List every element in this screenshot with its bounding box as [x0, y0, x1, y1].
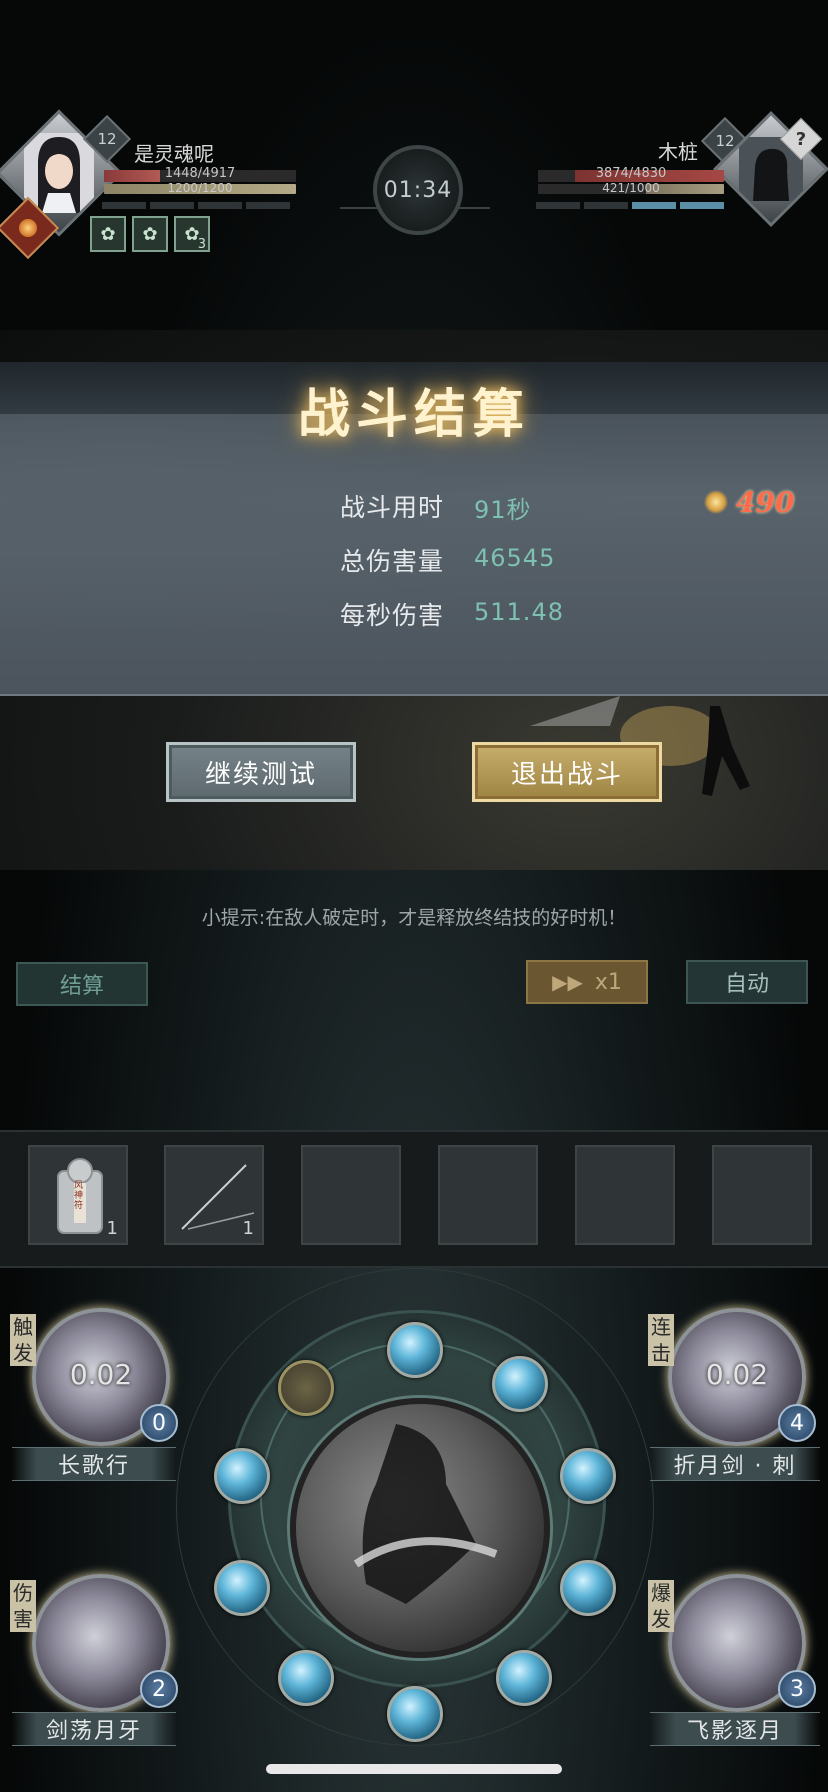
skill-charge-count: 2	[140, 1670, 178, 1708]
buff-lotus-icon[interactable]: ✿	[90, 216, 126, 252]
reward-amount: 490	[736, 486, 795, 519]
player-energy-segment	[102, 202, 146, 209]
energy-orb-icon	[560, 1448, 616, 1504]
player-name: 是灵魂呢	[134, 142, 214, 166]
enemy-energy-segment	[680, 202, 724, 209]
skill-tag-combo: 连击	[648, 1314, 674, 1366]
reward-sun-icon	[704, 490, 728, 514]
item-slot-6[interactable]	[712, 1145, 812, 1245]
energy-orb-icon	[387, 1322, 443, 1378]
player-mp-text: 1200/1200	[167, 181, 233, 195]
buff-stack-count: 3	[197, 237, 206, 252]
item-slot-4[interactable]	[438, 1145, 538, 1245]
enemy-name: 木桩	[658, 140, 698, 164]
skill-name: 折月剑 · 刺	[650, 1447, 820, 1481]
item-count: 1	[106, 1218, 118, 1239]
buff-lotus-stack-icon[interactable]: ✿ 3	[174, 216, 210, 252]
skill-cooldown: 0.02	[705, 1358, 769, 1391]
game-screen: 12 是灵魂呢 1448/4917 1200/1200 ✿ ✿ ✿ 3 01:34…	[0, 0, 828, 1792]
skill-tag-trigger: 触发	[10, 1314, 36, 1366]
player-level: 12	[97, 130, 117, 148]
fast-forward-icon: ▶▶	[552, 970, 583, 994]
timer-text: 01:34	[383, 177, 453, 203]
stat-value-dps: 511.48	[474, 598, 564, 626]
skill-name: 飞影逐月	[650, 1712, 820, 1746]
speed-button[interactable]: ▶▶ x1	[526, 960, 648, 1004]
enemy-mp-text: 421/1000	[602, 181, 660, 195]
question-icon: ?	[795, 128, 807, 150]
skill-charge-count: 0	[140, 1404, 178, 1442]
energy-orb-icon	[387, 1686, 443, 1742]
skill-tag-burst: 爆发	[648, 1580, 674, 1632]
talisman-label: 风神符	[74, 1181, 84, 1211]
stat-label-dps: 每秒伤害	[339, 601, 444, 630]
battle-timer: 01:34	[373, 145, 463, 235]
speed-label: x1	[594, 969, 622, 995]
item-slot-2[interactable]: 1	[164, 1145, 264, 1245]
stat-label-duration: 战斗用时	[339, 493, 444, 522]
buff-lotus-plus-icon[interactable]: ✿	[132, 216, 168, 252]
tip-text: 小提示:在敌人破定时，才是释放终结技的好时机！	[201, 907, 627, 929]
skill-cooldown: 0.02	[69, 1358, 133, 1391]
energy-orb-icon	[278, 1650, 334, 1706]
stat-value-total-damage: 46545	[474, 544, 556, 572]
energy-orb-icon	[214, 1560, 270, 1616]
sun-icon	[15, 215, 41, 241]
player-energy-segment	[198, 202, 242, 209]
stat-label-total-damage: 总伤害量	[339, 547, 444, 576]
result-title: 战斗结算	[297, 384, 530, 445]
energy-orb-icon	[214, 1448, 270, 1504]
exit-battle-button[interactable]: 退出战斗	[472, 742, 662, 802]
auto-button[interactable]: 自动	[686, 960, 808, 1004]
ultimate-warrior-icon	[353, 1424, 498, 1604]
item-slot-3[interactable]	[301, 1145, 401, 1245]
skill-charge-count: 4	[778, 1404, 816, 1442]
item-count: 1	[242, 1218, 254, 1239]
locked-orb-icon	[278, 1360, 334, 1416]
item-slot-1[interactable]: 风神符 1	[28, 1145, 128, 1245]
enemy-energy-segment	[536, 202, 580, 209]
stat-value-duration: 91秒	[474, 496, 532, 524]
settle-button[interactable]: 结算	[16, 962, 148, 1006]
skill-charge-count: 3	[778, 1670, 816, 1708]
skill-name: 剑荡月牙	[12, 1712, 176, 1746]
energy-orb-icon	[492, 1356, 548, 1412]
enemy-energy-segment	[584, 202, 628, 209]
energy-orb-icon	[496, 1650, 552, 1706]
energy-orb-icon	[560, 1560, 616, 1616]
skill-tag-damage: 伤害	[10, 1580, 36, 1632]
home-indicator[interactable]	[266, 1764, 562, 1774]
continue-test-button[interactable]: 继续测试	[166, 742, 356, 802]
ultimate-skill-button[interactable]	[290, 1398, 550, 1658]
item-slot-5[interactable]	[575, 1145, 675, 1245]
skill-name: 长歌行	[12, 1447, 176, 1481]
enemy-energy-segment	[632, 202, 676, 209]
player-avatar-icon	[23, 133, 94, 213]
player-energy-segment	[246, 202, 290, 209]
player-energy-segment	[150, 202, 194, 209]
